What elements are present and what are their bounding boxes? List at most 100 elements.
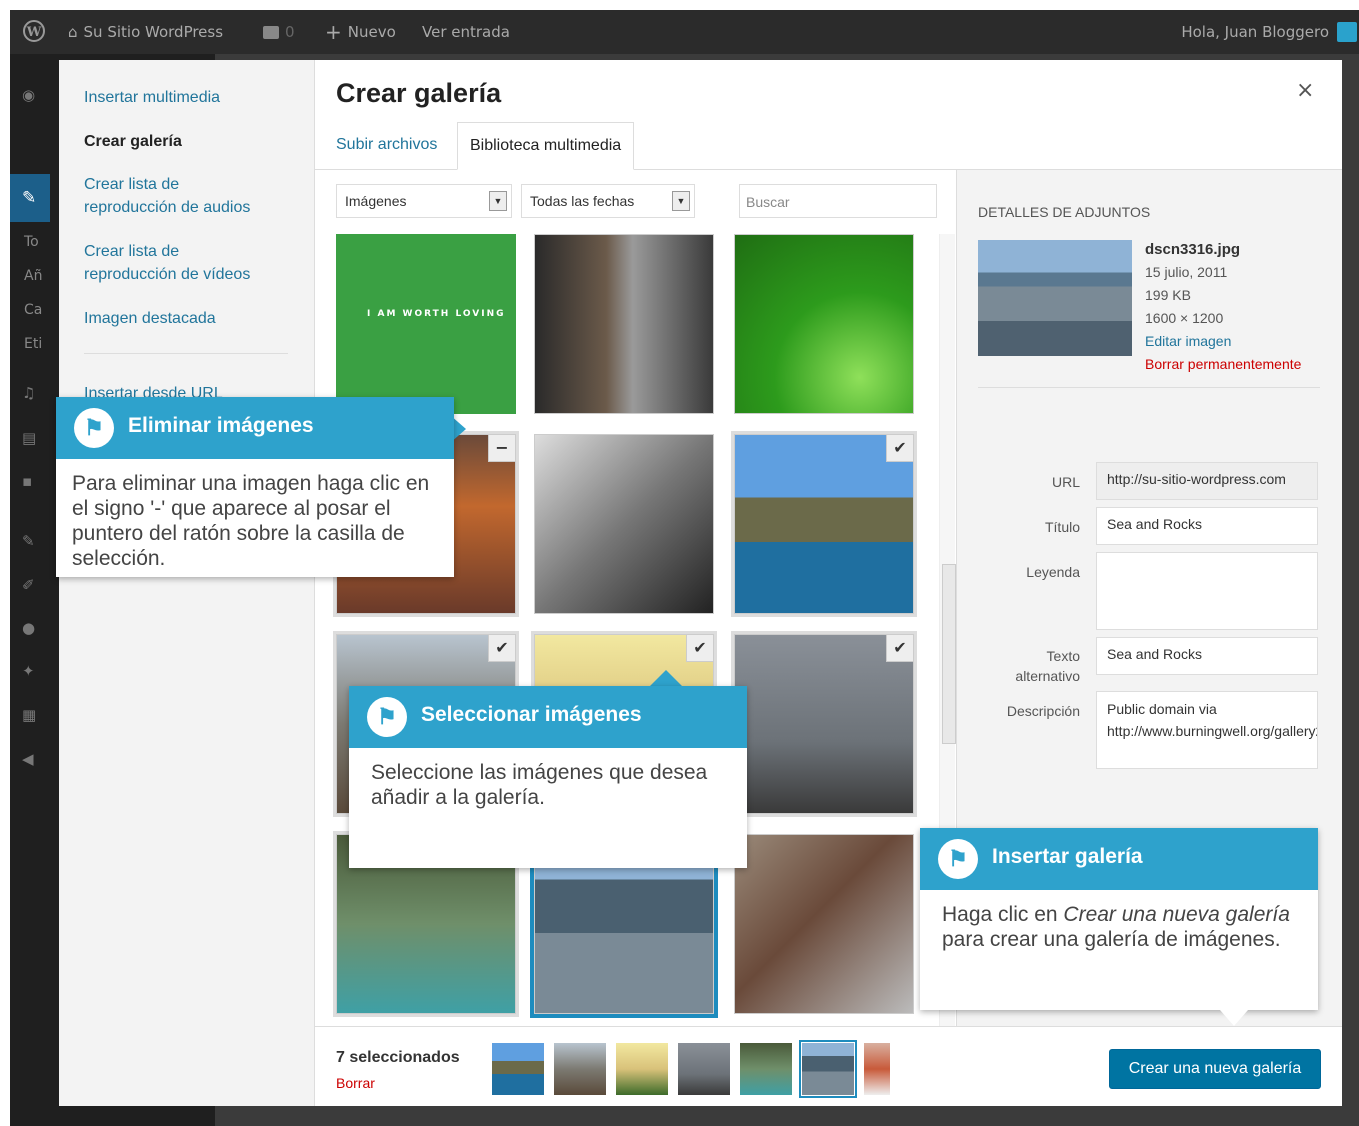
greeting: Hola, Juan Bloggero — [1181, 23, 1329, 41]
attachment-thumbnail[interactable] — [734, 834, 914, 1014]
new-content-link[interactable]: + Nuevo — [325, 19, 396, 44]
attachment-thumbnail[interactable] — [734, 234, 914, 414]
thumbnail-caption: I AM WORTH LOVING — [367, 309, 506, 319]
selection-thumbnail[interactable] — [554, 1043, 606, 1095]
type-filter-select[interactable]: Imágenes ▼ — [336, 184, 512, 218]
users-icon[interactable]: ● — [22, 619, 42, 637]
selection-thumbnail[interactable] — [678, 1043, 730, 1095]
attachment-thumbnail[interactable] — [534, 234, 714, 414]
svg-text:W: W — [26, 25, 42, 40]
check-icon[interactable]: ✔ — [886, 434, 914, 462]
modal-title: Crear galería — [336, 78, 502, 108]
pointer-insert-gallery: ⚑ Insertar galería Haga clic en Crear una… — [920, 828, 1318, 1010]
caption-field[interactable] — [1096, 552, 1318, 630]
selection-thumbnail[interactable] — [616, 1043, 668, 1095]
selection-thumbnail[interactable] — [864, 1043, 890, 1095]
details-heading: Detalles de adjuntos — [978, 204, 1151, 220]
media-icon[interactable]: ♫ — [22, 384, 42, 402]
details-thumbnail — [978, 240, 1132, 356]
attachment-thumbnail[interactable] — [534, 434, 714, 614]
flag-icon: ⚑ — [938, 839, 978, 879]
details-filename: dscn3316.jpg — [1145, 241, 1241, 258]
selection-thumbnail[interactable] — [492, 1043, 544, 1095]
alt-label-line1: Texto — [1046, 648, 1080, 664]
site-name-link[interactable]: ⌂ Su Sitio WordPress — [68, 23, 223, 41]
create-gallery-button[interactable]: Crear una nueva galería — [1109, 1049, 1321, 1089]
menu-create-gallery[interactable]: Crear galería — [84, 130, 182, 153]
tools-icon[interactable]: ✦ — [22, 662, 42, 680]
attachment-thumbnail[interactable]: ✔ — [731, 631, 917, 817]
alt-text-label: Texto alternativo — [970, 646, 1080, 686]
pages-icon[interactable]: ▤ — [22, 429, 42, 447]
details-dimensions: 1600 × 1200 — [1145, 310, 1224, 326]
sidebar-fragment[interactable]: Añ — [24, 268, 42, 284]
flag-icon: ⚑ — [367, 697, 407, 737]
check-icon[interactable]: ✔ — [886, 634, 914, 662]
menu-video-line1: Crear lista de — [84, 243, 180, 260]
sidebar-fragment[interactable]: Ca — [24, 302, 42, 318]
attachment-thumbnail[interactable]: ✔ — [731, 431, 917, 617]
menu-insert-media[interactable]: Insertar multimedia — [84, 86, 220, 109]
pointer-header: ⚑ Seleccionar imágenes — [349, 686, 747, 748]
date-filter-value: Todas las fechas — [530, 193, 635, 209]
close-icon[interactable]: × — [1296, 78, 1314, 103]
tab-media-library[interactable]: Biblioteca multimedia — [457, 122, 635, 170]
plus-icon: + — [325, 19, 342, 44]
sidebar-fragment[interactable]: Eti — [24, 336, 42, 352]
settings-icon[interactable]: ▦ — [22, 706, 42, 724]
dashboard-icon[interactable]: ◉ — [22, 86, 42, 104]
wordpress-logo-icon[interactable]: W — [22, 19, 46, 43]
date-filter-select[interactable]: Todas las fechas ▼ — [521, 184, 695, 218]
new-label: Nuevo — [347, 23, 396, 41]
details-separator — [978, 387, 1320, 388]
dropdown-arrow-icon: ▼ — [672, 191, 690, 211]
pointer-arrow — [650, 670, 682, 686]
posts-menu-active[interactable]: ✎ — [10, 174, 50, 222]
edit-image-link[interactable]: Editar imagen — [1145, 330, 1301, 353]
check-icon[interactable]: ✔ — [488, 634, 516, 662]
comments-menu-icon[interactable]: ▪ — [22, 472, 42, 490]
media-toolbar: 7 seleccionados Borrar Crear una nueva g… — [315, 1026, 1342, 1106]
check-icon[interactable]: ✔ — [686, 634, 714, 662]
attachments-grid: I AM WORTH LOVING − ✔ ✔ ✔ ✔ — [332, 234, 942, 1028]
pointer-title: Eliminar imágenes — [128, 414, 314, 437]
tab-upload-files[interactable]: Subir archivos — [336, 136, 437, 154]
screenshot-frame: W ⌂ Su Sitio WordPress 0 + Nuevo Ver ent… — [10, 10, 1359, 1126]
pointer-body: Para eliminar una imagen haga clic en el… — [72, 472, 430, 570]
title-field[interactable]: Sea and Rocks — [1096, 507, 1318, 545]
site-name: Su Sitio WordPress — [83, 23, 224, 41]
description-field[interactable]: Public domain via http://www.burningwell… — [1096, 691, 1318, 769]
appearance-icon[interactable]: ✎ — [22, 532, 42, 550]
delete-permanently-link[interactable]: Borrar permanentemente — [1145, 353, 1301, 376]
url-field[interactable]: http://su-sitio-wordpress.com — [1096, 462, 1318, 500]
menu-audio-playlist[interactable]: Crear lista de reproducción de audios — [84, 173, 250, 219]
menu-featured-image[interactable]: Imagen destacada — [84, 307, 216, 330]
search-input[interactable]: Buscar — [739, 184, 937, 218]
comments-link[interactable]: 0 — [263, 23, 295, 41]
minus-icon[interactable]: − — [488, 434, 516, 462]
media-menu: Insertar multimedia Crear galería Crear … — [59, 60, 315, 1106]
alt-text-field[interactable]: Sea and Rocks — [1096, 637, 1318, 675]
collapse-icon[interactable]: ◀ — [22, 750, 42, 768]
attachment-thumbnail[interactable]: I AM WORTH LOVING — [336, 234, 516, 414]
my-account-link[interactable]: Hola, Juan Bloggero — [1181, 23, 1329, 41]
title-label: Título — [1044, 519, 1080, 535]
clear-selection-link[interactable]: Borrar — [336, 1075, 375, 1091]
home-icon: ⌂ — [68, 23, 78, 41]
scrollbar-thumb[interactable] — [942, 564, 956, 744]
alt-label-line2: alternativo — [1015, 668, 1080, 684]
pointer-body: Haga clic en Crear una nueva galería par… — [920, 890, 1318, 952]
details-meta: dscn3316.jpg 15 julio, 2011 199 KB 1600 … — [1145, 238, 1301, 376]
view-post-label: Ver entrada — [422, 23, 510, 41]
pointer-body-part2: para crear una galería de imágenes. — [942, 928, 1281, 951]
sidebar-fragment[interactable]: To — [24, 234, 39, 250]
selection-thumbnail[interactable] — [740, 1043, 792, 1095]
pointer-body-emphasis: Crear una nueva galería — [1063, 903, 1290, 926]
selection-thumbnail[interactable] — [799, 1040, 857, 1098]
view-post-link[interactable]: Ver entrada — [422, 23, 510, 41]
menu-video-playlist[interactable]: Crear lista de reproducción de vídeos — [84, 240, 250, 286]
flag-icon: ⚑ — [74, 408, 114, 448]
plugins-icon[interactable]: ✐ — [22, 576, 42, 594]
avatar[interactable] — [1337, 22, 1357, 42]
pointer-body: Seleccione las imágenes que desea añadir… — [371, 761, 708, 809]
